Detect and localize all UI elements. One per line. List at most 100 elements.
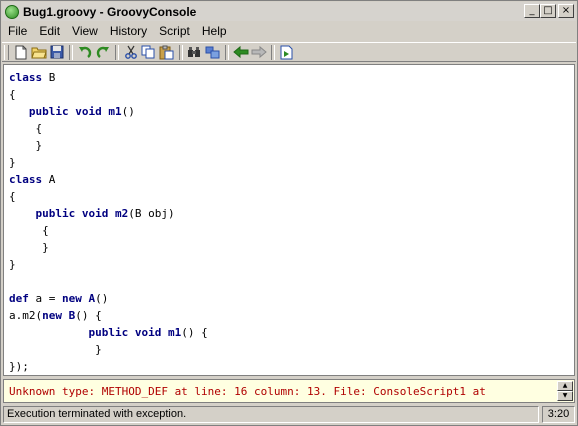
status-bar: Execution terminated with exception. 3:2… — [2, 405, 576, 424]
replace-icon[interactable] — [204, 44, 221, 60]
code-token: { — [9, 190, 16, 203]
toolbar-separator — [115, 44, 119, 60]
code-token: () { — [75, 309, 102, 322]
history-previous-icon[interactable] — [232, 44, 249, 60]
code-line[interactable]: public void m2(B obj) — [9, 205, 208, 222]
minimize-button[interactable]: _ — [524, 4, 540, 18]
code-line[interactable]: class A — [9, 171, 208, 188]
code-token: (B obj) — [128, 207, 175, 220]
code-line[interactable]: { — [9, 120, 208, 137]
menu-file[interactable]: File — [2, 24, 33, 38]
code-keyword: void — [134, 326, 162, 339]
title-bar[interactable]: Bug1.groovy - GroovyConsole _ □ × — [2, 2, 576, 21]
find-icon[interactable] — [186, 44, 203, 60]
error-output-text: Unknown type: METHOD_DEF at line: 16 col… — [9, 385, 486, 398]
caret-position: 3:20 — [542, 406, 575, 423]
menu-bar: File Edit View History Script Help — [2, 22, 576, 40]
toolbar-separator — [179, 44, 183, 60]
code-keyword: class — [9, 71, 43, 84]
paste-icon[interactable] — [158, 44, 175, 60]
menu-history[interactable]: History — [104, 24, 153, 38]
code-keyword: new — [42, 309, 62, 322]
undo-icon[interactable] — [76, 44, 93, 60]
toolbar-separator — [69, 44, 73, 60]
code-token: a = — [28, 292, 62, 305]
scroll-down-arrow-icon[interactable]: ▼ — [557, 391, 573, 401]
code-token: } — [9, 241, 49, 254]
code-token: () — [95, 292, 109, 305]
window-title: Bug1.groovy - GroovyConsole — [23, 4, 197, 19]
code-line[interactable]: } — [9, 239, 208, 256]
save-icon[interactable] — [48, 44, 65, 60]
code-keyword: class — [9, 173, 43, 186]
output-scrollbar[interactable]: ▲ ▼ — [557, 381, 573, 401]
code-line[interactable]: } — [9, 341, 208, 358]
scroll-up-arrow-icon[interactable]: ▲ — [557, 381, 573, 391]
code-line[interactable]: } — [9, 256, 208, 273]
menu-script[interactable]: Script — [153, 24, 196, 38]
code-line[interactable]: } — [9, 154, 208, 171]
code-token: () { — [181, 326, 208, 339]
code-line[interactable]: public void m1() { — [9, 324, 208, 341]
close-button[interactable]: × — [558, 4, 574, 18]
code-line[interactable]: def a = new A() — [9, 290, 208, 307]
code-token: A — [42, 173, 56, 186]
code-line[interactable]: { — [9, 222, 208, 239]
redo-icon[interactable] — [94, 44, 111, 60]
code-line[interactable]: a.m2(new B() { — [9, 307, 208, 324]
history-next-icon[interactable] — [250, 44, 267, 60]
output-pane[interactable]: Unknown type: METHOD_DEF at line: 16 col… — [3, 379, 575, 403]
code-keyword: m1 — [108, 105, 122, 118]
code-line[interactable] — [9, 273, 208, 290]
code-token: }); — [9, 360, 29, 373]
toolbar — [2, 42, 576, 62]
code-line[interactable]: } — [9, 137, 208, 154]
menu-help[interactable]: Help — [196, 24, 233, 38]
copy-icon[interactable] — [140, 44, 157, 60]
code-token: } — [9, 343, 102, 356]
status-message: Execution terminated with exception. — [3, 406, 539, 423]
code-keyword: public — [28, 105, 69, 118]
maximize-button[interactable]: □ — [540, 4, 556, 18]
code-editor[interactable]: class B{ public void m1() { }} class A{ p… — [3, 64, 575, 376]
run-script-icon[interactable] — [278, 44, 295, 60]
code-keyword: new — [62, 292, 82, 305]
groovy-app-icon — [5, 4, 19, 19]
code-keyword: public — [88, 326, 129, 339]
code-line[interactable]: public void m1() — [9, 103, 208, 120]
code-text[interactable]: class B{ public void m1() { }} class A{ p… — [9, 69, 208, 375]
code-keyword: void — [81, 207, 109, 220]
open-folder-icon[interactable] — [30, 44, 47, 60]
code-token: () — [121, 105, 135, 118]
code-line[interactable]: class B — [9, 69, 208, 86]
menu-view[interactable]: View — [66, 24, 104, 38]
code-token: } — [9, 258, 16, 271]
toolbar-separator — [271, 44, 275, 60]
window-controls: _ □ × — [524, 4, 574, 18]
toolbar-grip[interactable] — [4, 44, 9, 60]
code-token: B — [42, 71, 56, 84]
code-line[interactable]: { — [9, 188, 208, 205]
code-token: { — [9, 88, 16, 101]
new-file-icon[interactable] — [12, 44, 29, 60]
code-token: { — [9, 224, 49, 237]
groovy-console-window: Bug1.groovy - GroovyConsole _ □ × File E… — [0, 0, 578, 426]
code-keyword: def — [9, 292, 29, 305]
menu-edit[interactable]: Edit — [33, 24, 66, 38]
code-keyword: public — [35, 207, 76, 220]
code-token: } — [9, 139, 43, 152]
code-keyword: m1 — [167, 326, 182, 339]
cut-icon[interactable] — [122, 44, 139, 60]
toolbar-separator — [225, 44, 229, 60]
code-keyword: m2 — [115, 207, 129, 220]
code-token: { — [9, 122, 43, 135]
code-line[interactable]: }); — [9, 358, 208, 375]
code-line[interactable]: { — [9, 86, 208, 103]
code-keyword: void — [75, 105, 102, 118]
